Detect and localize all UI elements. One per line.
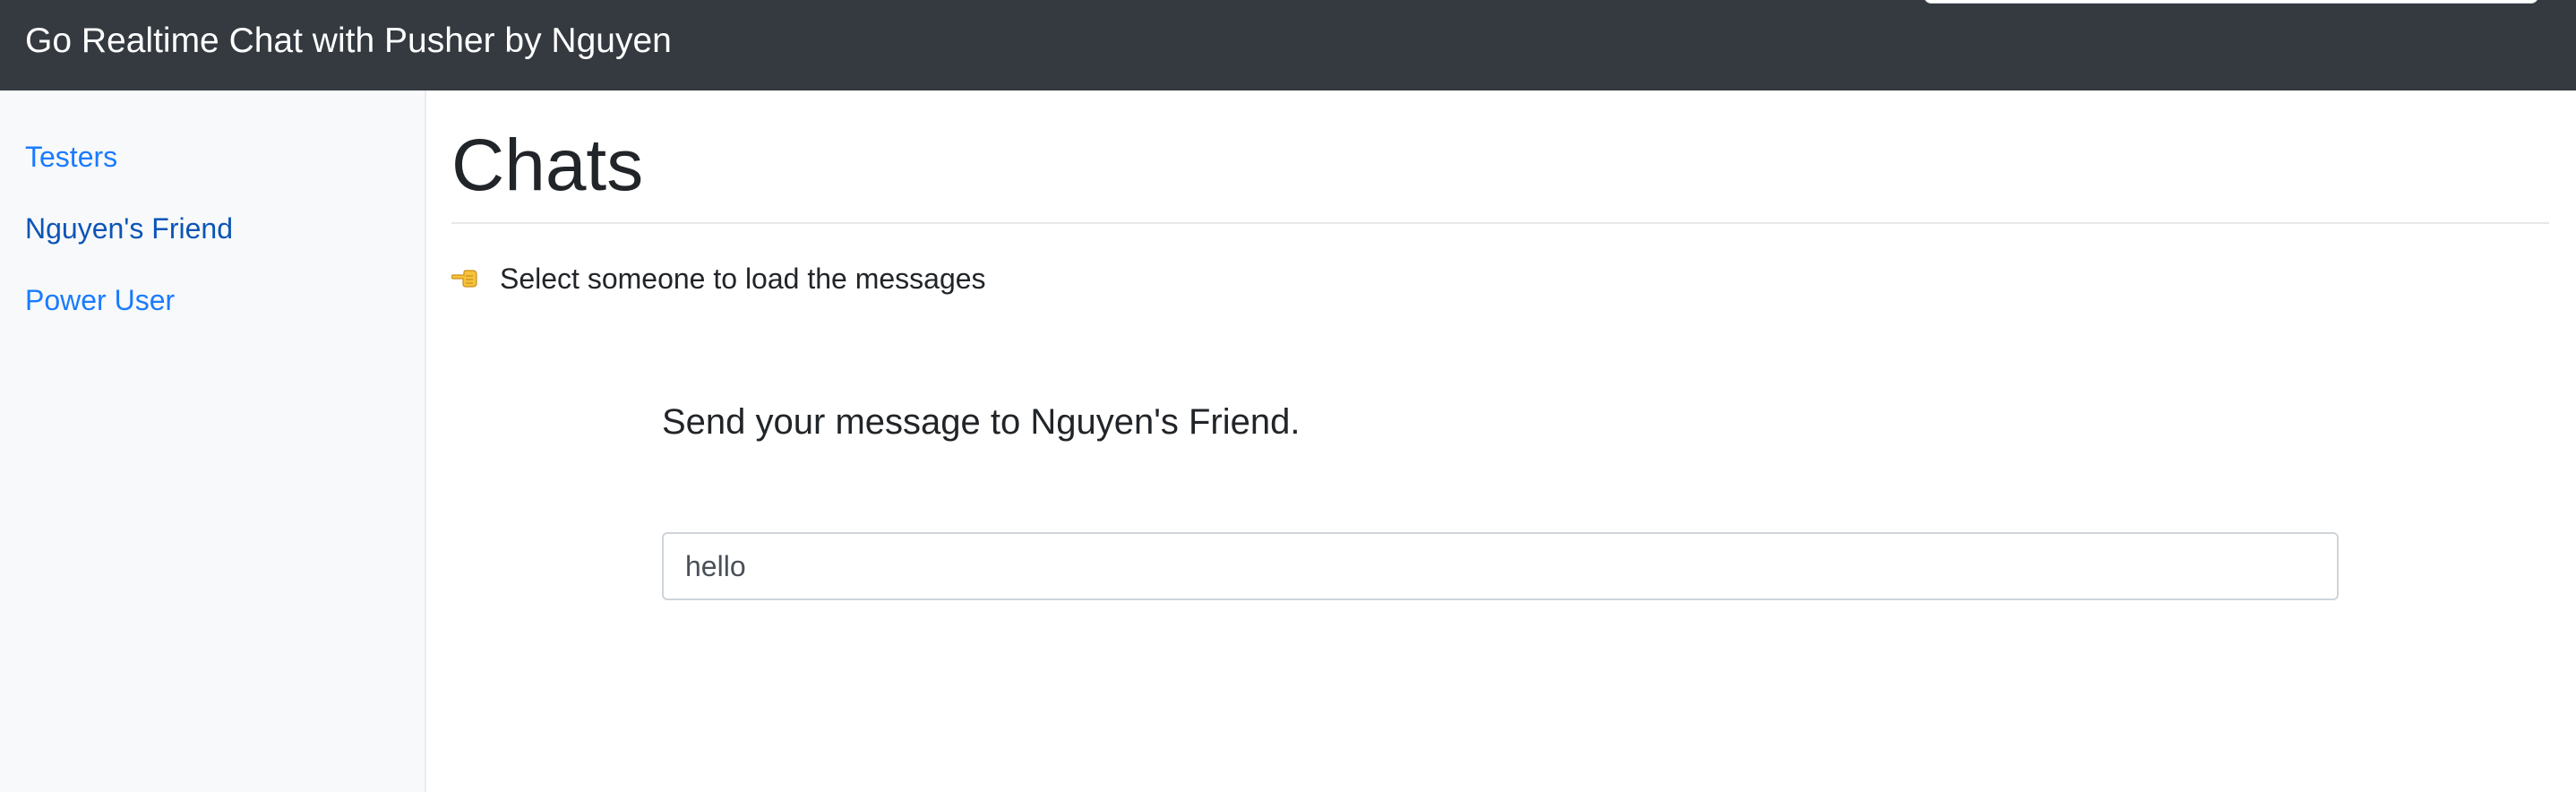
sidebar-item-power-user[interactable]: Power User	[25, 282, 175, 318]
message-input[interactable]	[662, 532, 2339, 600]
title-divider	[451, 222, 2549, 224]
select-contact-hint: Select someone to load the messages	[451, 261, 986, 297]
app-brand-title[interactable]: Go Realtime Chat with Pusher by Nguyen	[25, 18, 672, 65]
sidebar-item-nguyens-friend[interactable]: Nguyen's Friend	[25, 211, 233, 246]
pointing-left-hand-icon	[451, 268, 478, 289]
main-content: Chats Select someone to load the message…	[426, 90, 2576, 792]
top-navbar: Go Realtime Chat with Pusher by Nguyen	[0, 0, 2576, 90]
hint-text: Select someone to load the messages	[500, 263, 986, 295]
sidebar-item-testers[interactable]: Testers	[25, 139, 117, 175]
navbar-search-field[interactable]	[1924, 0, 2538, 4]
page-title: Chats	[451, 125, 644, 206]
send-message-heading: Send your message to Nguyen's Friend.	[662, 402, 1301, 442]
sidebar: Testers Nguyen's Friend Power User	[0, 90, 426, 792]
